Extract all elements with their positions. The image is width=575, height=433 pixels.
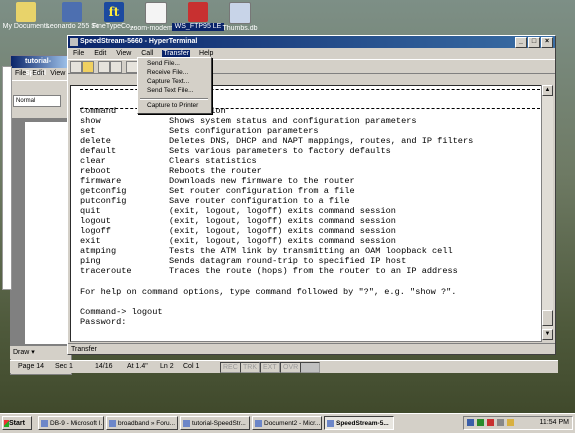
desktop-icon-my-documents[interactable]: My Documents xyxy=(0,0,52,31)
word-menubar: File Edit View xyxy=(11,68,71,80)
new-connection-icon[interactable] xyxy=(70,61,82,73)
word-title: tutorial-Speed xyxy=(11,56,71,77)
password-line: Password: xyxy=(80,317,127,327)
taskbar-button-speedstream[interactable]: SpeedStream-5... xyxy=(324,416,394,430)
menu-help[interactable]: Help xyxy=(198,50,214,57)
terminal-header: CommandDescription xyxy=(80,96,226,116)
status-trk[interactable]: TRK xyxy=(240,362,260,373)
network-icon[interactable] xyxy=(497,419,504,426)
menu-item-capture-to-printer[interactable]: Capture to Printer xyxy=(147,102,198,110)
taskbar-button-document2[interactable]: Document2 - Micr... xyxy=(252,416,322,430)
taskbar-button-broadband[interactable]: broadband » Foru... xyxy=(106,416,178,430)
status-ovr[interactable]: OVR xyxy=(280,362,302,373)
status-at: At 1.4" xyxy=(127,363,148,370)
status-page: Page 14 xyxy=(18,363,45,370)
taskbar-button-tutorial[interactable]: tutorial-SpeedStr... xyxy=(180,416,250,430)
word-page[interactable] xyxy=(25,122,69,344)
status-section: Sec 1 xyxy=(55,363,73,370)
desktop-icon-thumbs-db[interactable]: Thumbs.db xyxy=(214,0,266,33)
menu-item-capture-text[interactable]: Capture Text... xyxy=(147,78,189,86)
menu-item-send-file[interactable]: Send File... xyxy=(147,60,180,68)
disconnect-icon[interactable] xyxy=(110,61,122,73)
menu-separator xyxy=(140,98,208,100)
prompt-line: Command-> logout xyxy=(80,307,163,317)
terminal-screen[interactable]: CommandDescription showShows system stat… xyxy=(70,85,542,342)
ftp-icon xyxy=(188,2,208,22)
word-status-bar: Page 14 Sec 1 14/16 At 1.4" Ln 2 Col 1 R… xyxy=(10,360,558,373)
document-icon xyxy=(145,2,167,24)
finetype-icon: ft xyxy=(104,2,124,22)
close-button[interactable]: × xyxy=(541,37,553,48)
application-icon xyxy=(62,2,82,22)
vertical-scrollbar[interactable]: ▲ ▼ xyxy=(541,85,553,340)
tray-icon[interactable] xyxy=(477,419,484,426)
menu-transfer[interactable]: Transfer xyxy=(162,50,191,57)
folder-icon xyxy=(16,2,36,22)
volume-icon[interactable] xyxy=(507,419,514,426)
hyperterminal-title-bar[interactable]: SpeedStream-5660 - HyperTerminal _ □ × xyxy=(68,36,555,48)
menu-item-receive-file[interactable]: Receive File... xyxy=(147,69,188,77)
start-button[interactable]: Start xyxy=(2,416,32,430)
scroll-up-icon[interactable]: ▲ xyxy=(542,85,553,96)
tray-icon[interactable] xyxy=(467,419,474,426)
menu-item-send-text-file[interactable]: Send Text File... xyxy=(147,87,194,95)
status-ext[interactable]: EXT xyxy=(260,362,280,373)
system-tray: 11:54 PM xyxy=(463,416,573,430)
menu-file[interactable]: File xyxy=(72,50,85,57)
window-controls: _ □ × xyxy=(514,37,553,49)
hyperterminal-icon xyxy=(70,38,78,46)
clock[interactable]: 11:54 PM xyxy=(540,417,569,429)
file-icon xyxy=(229,2,251,24)
word-window[interactable]: tutorial-Speed File Edit View Normal xyxy=(10,55,72,375)
draw-button[interactable]: Draw ▾ xyxy=(10,346,70,359)
maximize-button[interactable]: □ xyxy=(528,37,540,48)
word-menu-view[interactable]: View xyxy=(50,70,65,77)
word-document-area xyxy=(11,118,69,348)
word-menu-edit[interactable]: Edit xyxy=(32,70,44,77)
tray-icon[interactable] xyxy=(487,419,494,426)
minimize-button[interactable]: _ xyxy=(515,37,527,48)
help-line: For help on command options, type comman… xyxy=(80,287,457,297)
word-toolbar xyxy=(11,80,71,93)
menu-edit[interactable]: Edit xyxy=(93,50,107,57)
spelling-status-icon[interactable] xyxy=(300,362,320,373)
status-line: Ln 2 xyxy=(160,363,174,370)
status-pages: 14/16 xyxy=(95,363,113,370)
vertical-ruler xyxy=(2,66,12,290)
window-title: SpeedStream-5660 - HyperTerminal xyxy=(80,38,198,45)
style-select[interactable]: Normal xyxy=(13,95,61,107)
word-menu-file[interactable]: File xyxy=(15,70,26,77)
status-rec[interactable]: REC xyxy=(220,362,241,373)
taskbar-button-db9[interactable]: DB-9 - Microsoft I... xyxy=(38,416,104,430)
status-column: Col 1 xyxy=(183,363,200,370)
taskbar: Start DB-9 - Microsoft I... broadband » … xyxy=(0,413,575,433)
menu-call[interactable]: Call xyxy=(140,50,154,57)
transfer-menu: Send File... Receive File... Capture Tex… xyxy=(137,57,212,114)
scroll-down-icon[interactable]: ▼ xyxy=(542,329,553,340)
open-icon[interactable] xyxy=(82,61,94,73)
hyperterminal-status-bar: Transfer xyxy=(68,343,555,354)
scroll-thumb[interactable] xyxy=(542,310,553,326)
connect-icon[interactable] xyxy=(98,61,110,73)
menu-view[interactable]: View xyxy=(115,50,132,57)
